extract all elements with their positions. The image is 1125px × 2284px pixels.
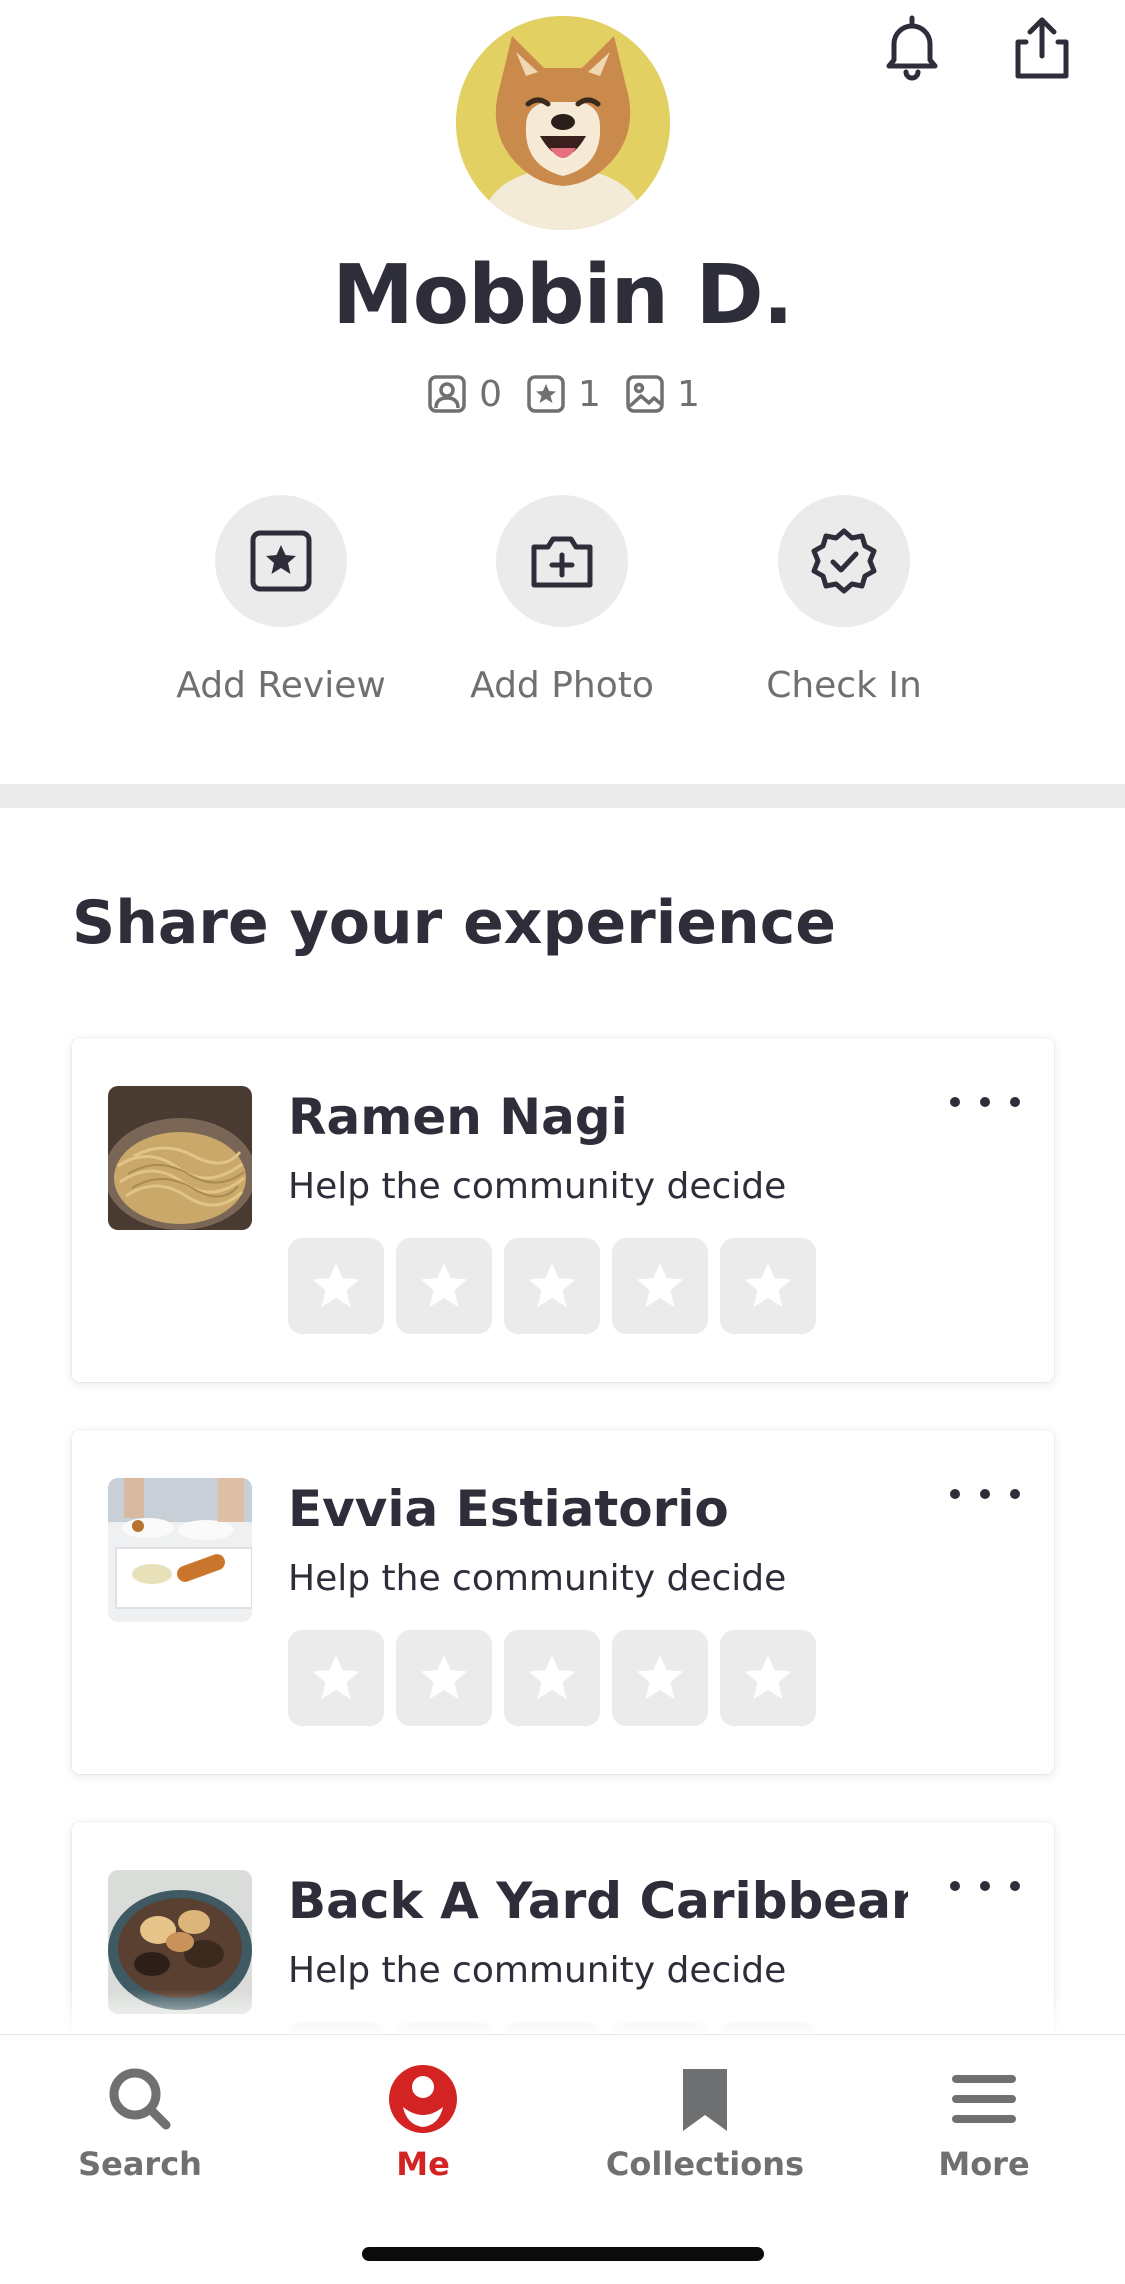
star-2-button[interactable] — [396, 1630, 492, 1726]
check-in-label: Check In — [766, 665, 922, 706]
add-review-circle[interactable] — [215, 495, 347, 627]
card-subtitle: Help the community decide — [288, 1950, 787, 1991]
add-photo-button[interactable]: Add Photo — [432, 495, 692, 706]
friends-stat: 0 — [425, 372, 502, 416]
photo-icon — [626, 375, 664, 413]
star-3-button[interactable] — [504, 1238, 600, 1334]
business-photo[interactable] — [108, 1478, 252, 1622]
check-badge-icon — [811, 528, 877, 594]
star-1-button[interactable] — [288, 1238, 384, 1334]
star-icon — [313, 1655, 359, 1699]
star-4-button[interactable] — [612, 1630, 708, 1726]
section-title: Share your experience — [72, 888, 836, 958]
add-photo-circle[interactable] — [496, 495, 628, 627]
star-icon — [637, 1655, 683, 1699]
star-1-button[interactable] — [288, 1630, 384, 1726]
add-review-button[interactable]: Add Review — [151, 495, 411, 706]
profile-stats: 0 1 1 — [0, 372, 1125, 416]
share-icon[interactable] — [1004, 10, 1080, 86]
profile-name: Mobbin D. — [332, 248, 794, 343]
section-divider — [0, 784, 1125, 808]
photos-stat: 1 — [623, 372, 700, 416]
business-name[interactable]: Back A Yard Caribbean... — [288, 1872, 908, 1930]
add-photo-label: Add Photo — [470, 665, 654, 706]
friends-count: 0 — [479, 373, 503, 415]
star-icon — [745, 1655, 791, 1699]
star-5-button[interactable] — [720, 1238, 816, 1334]
review-star-icon — [250, 530, 312, 592]
star-4-button[interactable] — [612, 1238, 708, 1334]
star-3-button[interactable] — [504, 1630, 600, 1726]
star-icon — [745, 1263, 791, 1307]
quick-actions: Add Review Add Photo Check In — [0, 495, 1125, 725]
business-name[interactable]: Ramen Nagi — [288, 1088, 908, 1146]
more-options-icon[interactable] — [950, 1866, 1020, 1906]
star-icon — [637, 1263, 683, 1307]
review-prompt-card[interactable]: Ramen Nagi Help the community decide — [72, 1038, 1054, 1382]
star-2-button[interactable] — [396, 1238, 492, 1334]
card-subtitle: Help the community decide — [288, 1166, 787, 1207]
scroll-fade — [0, 1990, 1125, 2034]
star-rating[interactable] — [288, 1238, 816, 1334]
add-review-label: Add Review — [176, 665, 386, 706]
tab-collections[interactable]: Collections — [585, 2061, 825, 2183]
star-icon — [421, 1263, 467, 1307]
home-indicator[interactable] — [362, 2247, 764, 2261]
star-icon — [313, 1263, 359, 1307]
check-in-circle[interactable] — [778, 495, 910, 627]
tab-search[interactable]: Search — [20, 2061, 260, 2183]
star-icon — [529, 1655, 575, 1699]
tab-collections-label: Collections — [605, 2145, 805, 2183]
check-in-button[interactable]: Check In — [714, 495, 974, 706]
bookmark-icon — [683, 2069, 727, 2131]
tab-more[interactable]: More — [864, 2061, 1104, 2183]
profile-icon — [389, 2065, 457, 2133]
star-5-button[interactable] — [720, 1630, 816, 1726]
star-icon — [529, 1263, 575, 1307]
business-name[interactable]: Evvia Estiatorio — [288, 1480, 908, 1538]
star-icon — [421, 1655, 467, 1699]
profile-screen: Mobbin D. 0 1 1 Add Review Add Photo Che… — [0, 0, 1125, 2284]
more-options-icon[interactable] — [950, 1474, 1020, 1514]
tab-me[interactable]: Me — [303, 2061, 543, 2183]
tab-me-label: Me — [396, 2145, 450, 2183]
tab-more-label: More — [938, 2145, 1030, 2183]
review-prompt-card[interactable]: Evvia Estiatorio Help the community deci… — [72, 1430, 1054, 1774]
card-subtitle: Help the community decide — [288, 1558, 787, 1599]
menu-icon — [952, 2075, 1016, 2123]
business-photo[interactable] — [108, 1086, 252, 1230]
friends-icon — [428, 375, 466, 413]
review-star-icon — [527, 375, 565, 413]
search-icon — [109, 2068, 171, 2130]
avatar[interactable] — [456, 16, 670, 230]
star-rating[interactable] — [288, 1630, 816, 1726]
reviews-count: 1 — [578, 373, 601, 415]
photos-count: 1 — [676, 373, 700, 415]
bell-icon[interactable] — [874, 10, 950, 86]
camera-plus-icon — [531, 536, 593, 588]
more-options-icon[interactable] — [950, 1082, 1020, 1122]
reviews-stat: 1 — [524, 372, 601, 416]
tab-search-label: Search — [78, 2145, 202, 2183]
